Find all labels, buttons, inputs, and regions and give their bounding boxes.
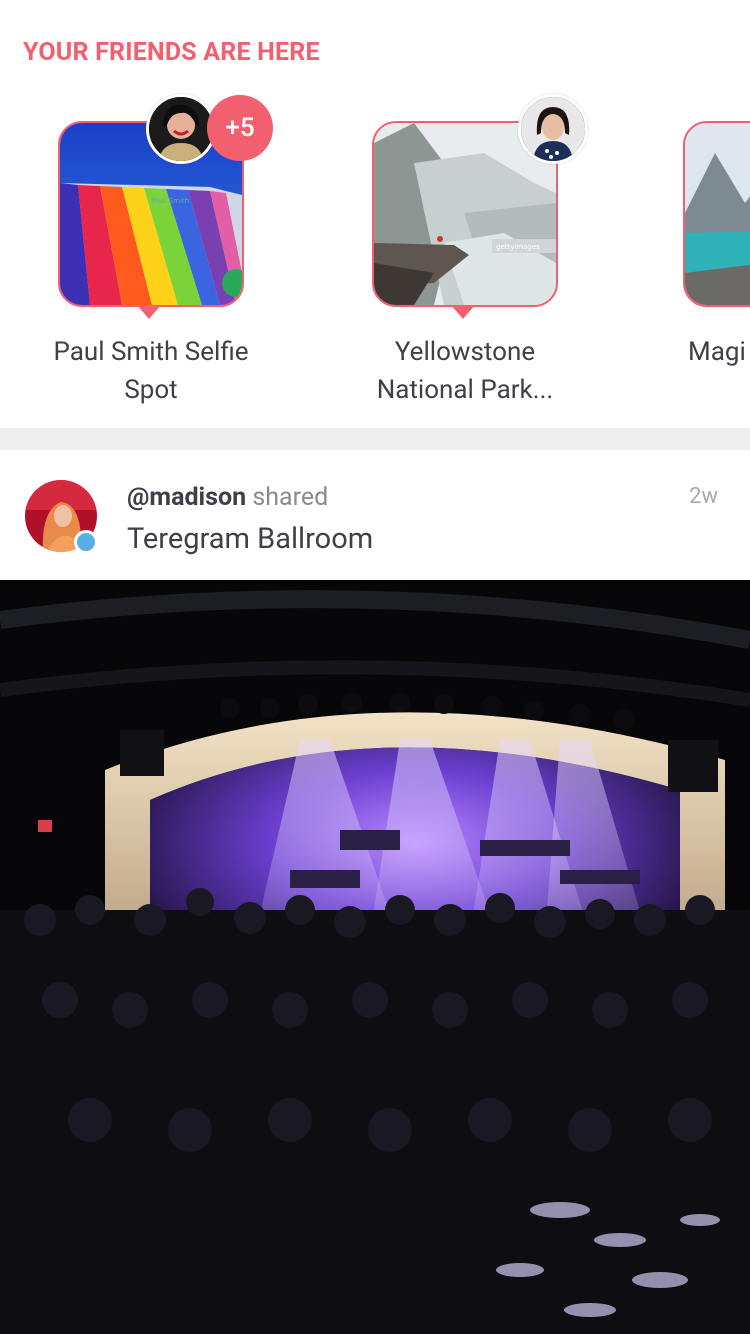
post-place-name[interactable]: Teregram Ballroom xyxy=(127,522,373,556)
online-status-dot xyxy=(74,530,98,554)
place-label: Yellowstone National Park... xyxy=(376,337,554,405)
place-label: Paul Smith Selfie Spot xyxy=(53,337,249,405)
post-photo[interactable] xyxy=(0,580,750,1334)
place-label: Magi xyxy=(688,337,746,367)
svg-text:gettyimages: gettyimages xyxy=(496,243,540,251)
app-screen: YOUR FRIENDS ARE HERE Paul Smith Paul Sm… xyxy=(0,0,750,1334)
post-timestamp: 2w xyxy=(689,484,718,509)
section-divider xyxy=(0,428,750,450)
friends-section-title: YOUR FRIENDS ARE HERE xyxy=(23,38,320,67)
svg-text:Paul Smith: Paul Smith xyxy=(152,197,189,205)
post-verb: shared xyxy=(252,483,329,512)
more-friends-badge[interactable]: +5 xyxy=(207,95,273,161)
friend-avatar[interactable] xyxy=(518,94,588,164)
post-meta: @madison shared xyxy=(127,483,328,512)
place-pointer-triangle xyxy=(137,305,161,319)
place-pointer-triangle xyxy=(451,305,475,319)
place-thumbnail xyxy=(683,121,750,307)
friend-avatar[interactable] xyxy=(146,94,216,164)
mountain-lake-image xyxy=(685,123,750,305)
post-username[interactable]: @madison xyxy=(127,483,246,512)
concert-venue-image xyxy=(0,580,750,1334)
